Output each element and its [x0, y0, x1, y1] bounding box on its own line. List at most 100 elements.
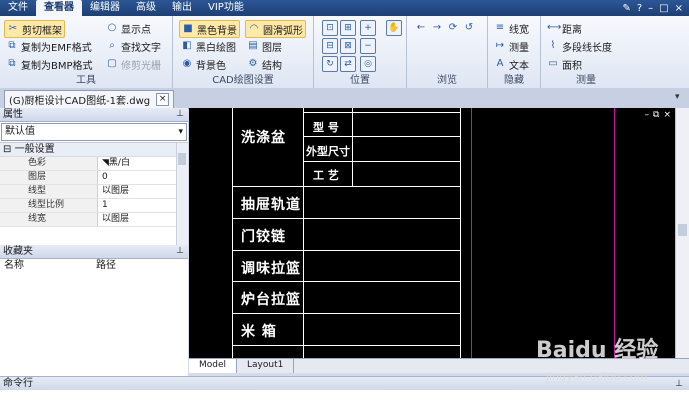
menu-vip[interactable]: VIP功能: [200, 0, 252, 16]
text-button[interactable]: A 文本: [492, 56, 531, 72]
copy-emf-button[interactable]: ⧉ 复制为EMF格式: [4, 38, 94, 54]
zoom-extent-icon[interactable]: ⊟: [322, 38, 338, 54]
crop-frame-button[interactable]: ✂ 剪切框架: [4, 20, 65, 38]
black-background-button[interactable]: ■ 黑色背景: [179, 20, 240, 38]
properties-select[interactable]: 默认值 ▾: [1, 123, 187, 141]
property-row[interactable]: 色彩 ◥黑/白: [0, 157, 188, 171]
find-text-button[interactable]: ⌕ 查找文字: [104, 38, 163, 54]
collapse-icon[interactable]: ⊟: [3, 144, 11, 155]
left-panel: 属性 ⊥ 默认值 ▾ ⊟ 一般设置 色彩 ◥黑/白 图层 0 线型 以图层 线型…: [0, 108, 188, 376]
polyline-length-button[interactable]: ⌇ 多段线长度: [545, 38, 614, 54]
distance-button[interactable]: ⟷ 距离: [545, 20, 584, 36]
table-line: [232, 108, 233, 358]
property-row[interactable]: 线型 以图层: [0, 185, 188, 199]
property-row[interactable]: 线型比例 1: [0, 199, 188, 213]
edit-icon[interactable]: ✎: [622, 3, 630, 14]
pin-icon[interactable]: ⊥: [675, 377, 683, 391]
close-icon[interactable]: ×: [663, 110, 671, 120]
area-button[interactable]: ▭ 面积: [545, 56, 584, 72]
menu-output[interactable]: 输出: [164, 0, 200, 16]
bw-icon: ◧: [182, 40, 192, 51]
zoom-window-icon[interactable]: ⊞: [340, 20, 356, 36]
copy-bmp-button[interactable]: ⧉ 复制为BMP格式: [4, 56, 95, 72]
smooth-arc-button[interactable]: ◠ 圆滑弧形: [245, 20, 306, 38]
property-row[interactable]: 线宽 以图层: [0, 213, 188, 227]
table-line: [303, 108, 304, 358]
tab-layout1[interactable]: Layout1: [237, 359, 295, 373]
points-icon: ○: [107, 22, 117, 33]
bw-drawing-button[interactable]: ◧ 黑白绘图: [179, 38, 238, 54]
maximize-icon[interactable]: □: [659, 3, 668, 14]
table-line: [460, 108, 461, 358]
polyline-icon: ⌇: [550, 40, 556, 51]
layers-button[interactable]: ▤ 图层: [245, 38, 284, 54]
close-icon[interactable]: ×: [675, 3, 683, 14]
trim-icon: ▢: [107, 58, 117, 69]
menu-bar: 文件 查看器 编辑器 高级 输出 VIP功能 ✎ ? – □ ×: [0, 0, 689, 16]
menu-editor[interactable]: 编辑器: [82, 0, 128, 16]
mirror-icon[interactable]: ⇄: [340, 56, 356, 72]
zoom-all-icon[interactable]: ⊠: [340, 38, 356, 54]
command-line-area[interactable]: [0, 390, 689, 408]
restore-icon[interactable]: ⧉: [653, 110, 659, 120]
column-name[interactable]: 名称: [0, 259, 92, 273]
window-controls: ✎ ? – □ ×: [622, 3, 689, 14]
column-path[interactable]: 路径: [92, 259, 116, 273]
show-points-button[interactable]: ○ 显示点: [104, 20, 153, 36]
scrollbar-thumb[interactable]: [678, 224, 687, 236]
drawing-label: 调味拉篮: [241, 261, 301, 277]
drawing-sub-label: 工 艺: [313, 169, 339, 182]
tab-model[interactable]: Model: [189, 359, 238, 373]
menu-file[interactable]: 文件: [0, 0, 36, 16]
minimize-icon[interactable]: –: [648, 3, 653, 14]
trim-raster-button[interactable]: ▢ 修剪光栅: [104, 56, 163, 72]
black-bg-icon: ■: [183, 23, 193, 34]
background-color-button[interactable]: ◉ 背景色: [179, 56, 228, 72]
drawing-sub-label: 型 号: [313, 121, 339, 134]
rotate-icon[interactable]: ↻: [322, 56, 338, 72]
hide-measure-button[interactable]: ↦ 测量: [492, 38, 531, 54]
table-line: [232, 345, 460, 346]
drawing-sub-label: 外型尺寸: [306, 145, 350, 158]
refresh-icon[interactable]: ⟳: [447, 22, 459, 34]
measure-caption: 测量: [576, 75, 596, 86]
structure-button[interactable]: ⚙ 结构: [245, 56, 284, 72]
pin-icon[interactable]: ⊥: [176, 108, 184, 121]
favorites-header: 收藏夹 ⊥: [0, 245, 188, 259]
history-icon[interactable]: ↺: [463, 22, 475, 34]
document-tab-bar: (G)厨柜设计CAD图纸-1套.dwg × ▾: [0, 88, 689, 109]
property-section[interactable]: ⊟ 一般设置: [0, 143, 188, 157]
zoom-in-icon[interactable]: +: [360, 20, 376, 36]
menu-viewer[interactable]: 查看器: [36, 0, 82, 16]
group-measure: ⟷ 距离 ⌇ 多段线长度 ▭ 面积 测量: [541, 16, 631, 88]
menu-advanced[interactable]: 高级: [128, 0, 164, 16]
pin-icon[interactable]: ⊥: [176, 245, 184, 258]
property-grid: ⊟ 一般设置 色彩 ◥黑/白 图层 0 线型 以图层 线型比例 1 线宽 以图层: [0, 142, 188, 245]
orbit-icon[interactable]: ◎: [360, 56, 376, 72]
linewidth-button[interactable]: ≡ 线宽: [492, 20, 531, 36]
back-arrow-icon[interactable]: ←: [415, 22, 427, 34]
drawing-canvas[interactable]: – ⧉ × 洗涤盆 抽屉轨道 门铰链 调味拉篮 炉台拉篮 米 箱 型 号 外型尺…: [189, 108, 675, 358]
pan-hand-icon[interactable]: ✋: [386, 20, 402, 36]
position-caption: 位置: [350, 75, 370, 86]
chevron-down-icon[interactable]: ▾: [675, 92, 685, 104]
table-line: [232, 218, 460, 219]
arc-icon: ◠: [249, 23, 259, 34]
minimize-icon[interactable]: –: [645, 110, 650, 120]
table-line: [303, 136, 460, 137]
scrollbar-thumb[interactable]: [178, 153, 186, 165]
forward-arrow-icon[interactable]: →: [431, 22, 443, 34]
fit-icon[interactable]: ⊡: [322, 20, 338, 36]
help-icon[interactable]: ?: [637, 3, 642, 14]
property-scrollbar[interactable]: [176, 143, 188, 245]
close-tab-icon[interactable]: ×: [156, 93, 170, 106]
command-line-header: 命令行 ⊥: [0, 376, 689, 390]
document-tab[interactable]: (G)厨柜设计CAD图纸-1套.dwg ×: [4, 90, 175, 108]
ruler-icon: ⟷: [547, 22, 562, 33]
property-row[interactable]: 图层 0: [0, 171, 188, 185]
layout-tabs: Model Layout1: [189, 358, 689, 373]
canvas-vertical-scrollbar[interactable]: [675, 108, 689, 358]
hide-caption: 隐藏: [504, 75, 524, 86]
zoom-out-icon[interactable]: −: [360, 38, 376, 54]
table-line: [232, 281, 460, 282]
